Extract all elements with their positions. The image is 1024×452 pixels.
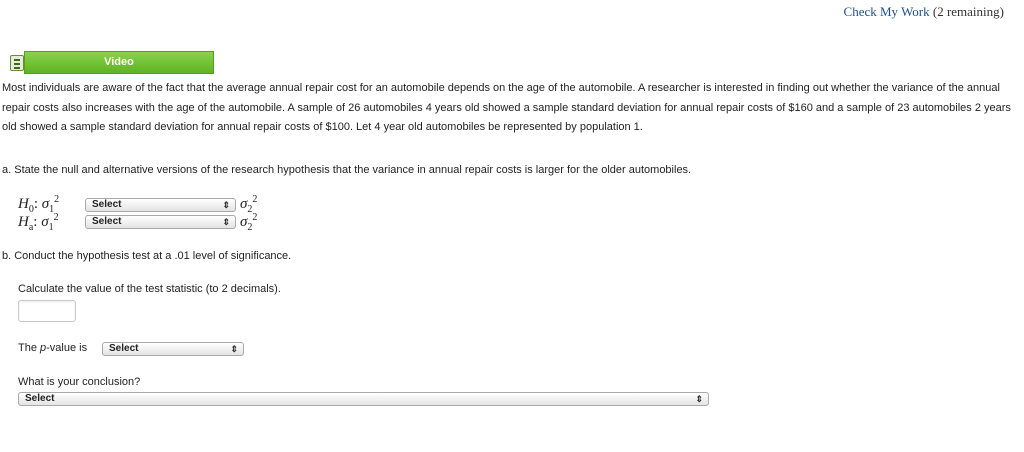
select-arrow-icon: ⇕ [695, 394, 703, 404]
select-arrow-icon: ⇕ [222, 217, 230, 227]
part-a-prompt: a. State the null and alternative versio… [2, 164, 692, 176]
film-icon[interactable] [10, 55, 24, 71]
sigma-superscript: 2 [252, 194, 258, 205]
test-statistic-label: Calculate the value of the test statisti… [18, 283, 281, 295]
alternative-hypothesis-rhs: σ22 [240, 212, 257, 233]
p-value-label: The p-value is [18, 342, 87, 354]
h0-relation-select[interactable]: Select ⇕ [85, 198, 236, 212]
remaining-count: (2 remaining) [932, 4, 1004, 19]
p-value-prefix: The [18, 342, 41, 354]
sigma-subscript: 2 [247, 222, 253, 233]
problem-intro: Most individuals are aware of the fact t… [2, 82, 1011, 133]
select-arrow-icon: ⇕ [230, 344, 238, 354]
sigma-subscript: 1 [48, 222, 54, 233]
conclusion-label: What is your conclusion? [18, 376, 141, 388]
video-button[interactable]: Video [24, 51, 214, 74]
select-value: Select [109, 343, 139, 354]
colon: : [33, 196, 39, 212]
part-b-prompt: b. Conduct the hypothesis test at a .01 … [2, 250, 292, 262]
sigma-superscript: 2 [53, 212, 59, 223]
h-symbol: H [18, 196, 29, 212]
sigma-superscript: 2 [252, 212, 258, 223]
sigma-superscript: 2 [54, 194, 60, 205]
check-my-work: Check My Work (2 remaining) [844, 4, 1004, 20]
select-value: Select [92, 199, 122, 210]
sigma-symbol: σ [41, 214, 49, 230]
test-statistic-input[interactable] [18, 300, 76, 322]
colon: : [33, 214, 38, 230]
select-value: Select [92, 216, 122, 227]
check-my-work-link[interactable]: Check My Work [844, 4, 930, 19]
conclusion-select[interactable]: Select ⇕ [18, 392, 709, 406]
select-value: Select [25, 393, 55, 404]
p-value-select[interactable]: Select ⇕ [102, 342, 244, 356]
select-arrow-icon: ⇕ [222, 200, 230, 210]
h-symbol: H [18, 214, 29, 230]
p-value-suffix: -value is [46, 342, 88, 354]
alternative-hypothesis: Ha: σ12 [18, 212, 59, 233]
ha-relation-select[interactable]: Select ⇕ [85, 215, 236, 229]
